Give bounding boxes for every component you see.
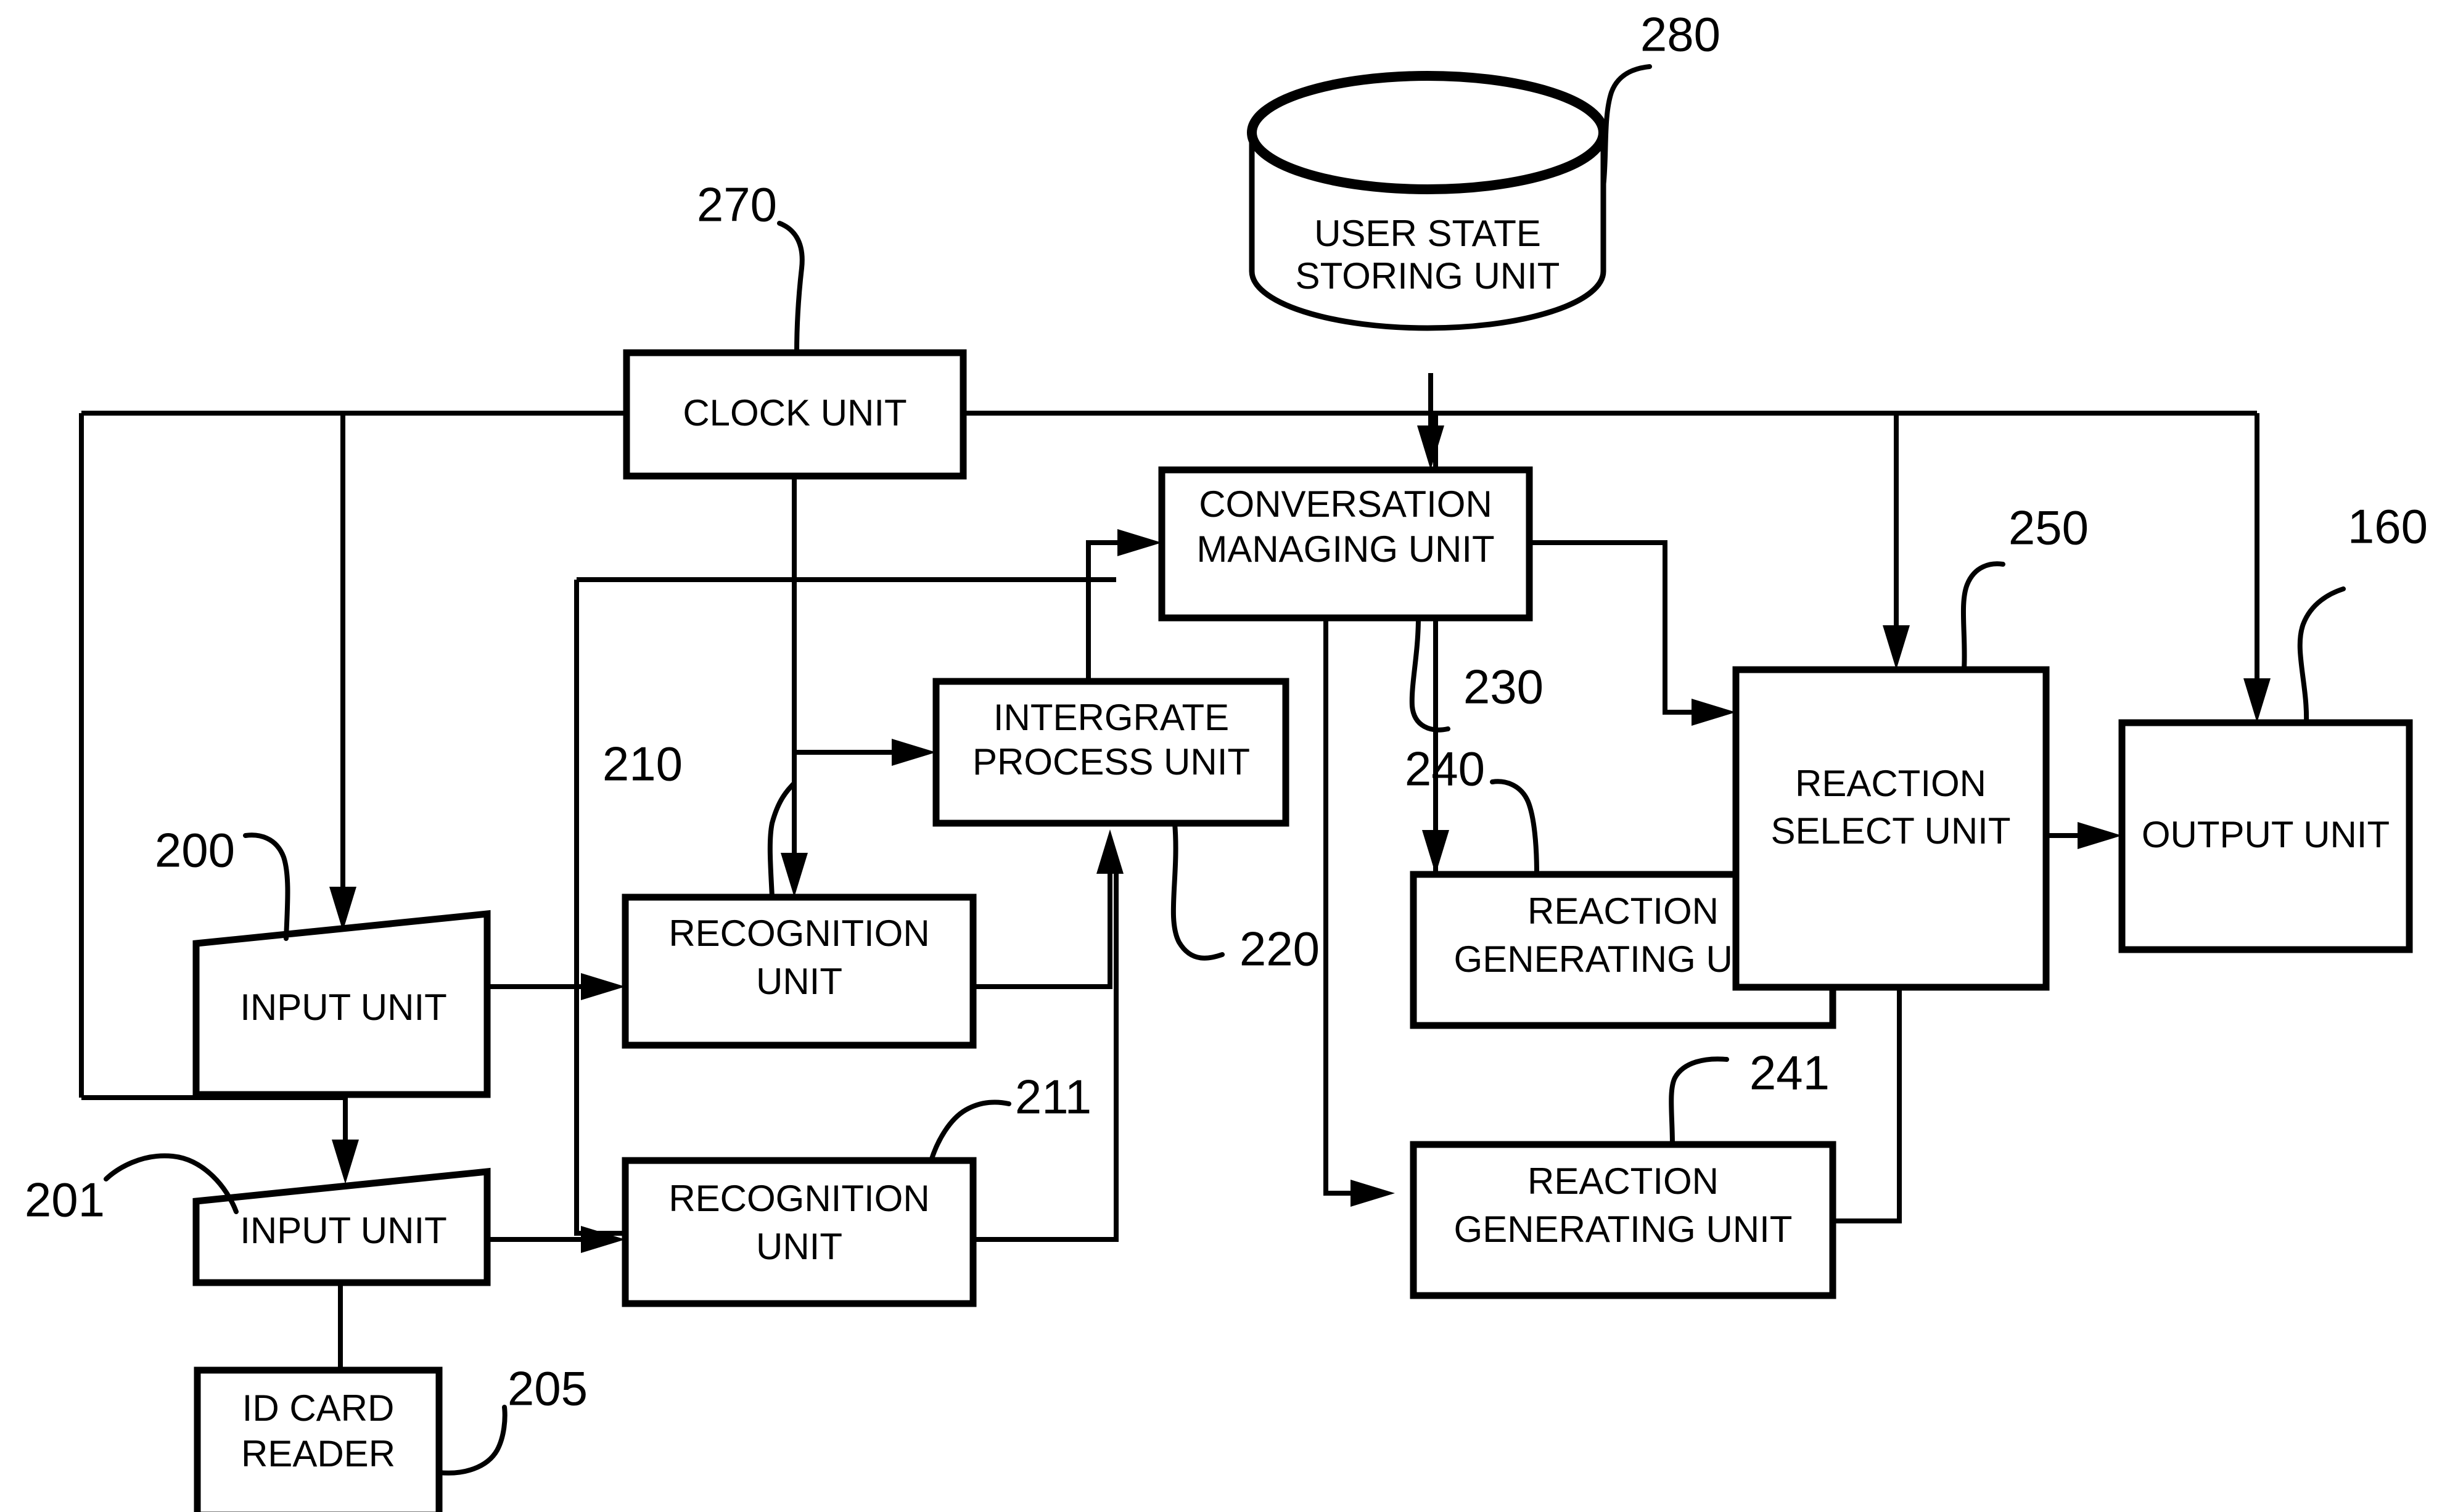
block-input-unit-201[interactable]: INPUT UNIT <box>192 1167 491 1286</box>
id-card-reader-label-line1: ID CARD <box>242 1387 395 1429</box>
reaction-select-unit-label-line1: REACTION <box>1795 763 1986 804</box>
leader-line-280 <box>1601 64 1652 189</box>
input-unit-200-label: INPUT UNIT <box>240 987 447 1028</box>
reaction-generating-unit-241-label-line1: REACTION <box>1527 1161 1719 1202</box>
ref-num-240: 240 <box>1405 742 1485 796</box>
ref-num-280: 280 <box>1640 7 1720 62</box>
arrowhead-intergrate-to-conversation <box>1117 529 1162 556</box>
wire-conversation-bottom-bus <box>1323 617 1366 1196</box>
recognition-unit-211-label-line1: RECOGNITION <box>668 1178 929 1219</box>
arrowhead-clock-to-reaction-select <box>1883 625 1910 670</box>
ref-num-241: 241 <box>1749 1046 1830 1100</box>
arrowhead-clock-to-output-unit <box>2243 678 2271 723</box>
arrowhead-input-201-to-recognition-211 <box>581 1226 625 1253</box>
recognition-unit-210-label-line1: RECOGNITION <box>668 913 929 954</box>
arrowhead-clock-to-intergrate <box>892 739 936 766</box>
ref-num-200: 200 <box>155 823 235 877</box>
input-unit-201-label: INPUT UNIT <box>240 1210 447 1251</box>
user-state-storing-unit-label-line2: STORING UNIT <box>1296 255 1560 297</box>
leader-line-205 <box>437 1405 508 1476</box>
ref-num-250: 250 <box>2008 501 2089 555</box>
leader-line-230 <box>1409 615 1450 733</box>
arrowhead-input-200-to-recognition-210 <box>581 973 625 1000</box>
wire-conversation-to-reaction-select <box>1529 540 1705 715</box>
conversation-managing-unit-label-line2: MANAGING UNIT <box>1196 528 1494 570</box>
ref-num-205: 205 <box>508 1362 588 1416</box>
block-conversation-managing-unit[interactable]: CONVERSATION MANAGING UNIT <box>1158 466 1533 622</box>
ref-num-201: 201 <box>25 1173 105 1227</box>
leader-line-200 <box>243 832 290 941</box>
wire-recognition-frame-left <box>574 580 623 1236</box>
block-reaction-generating-unit-241[interactable]: REACTION GENERATING UNIT <box>1410 1141 1836 1299</box>
ref-num-210: 210 <box>602 737 683 791</box>
arrowhead-left-bus-to-input-201 <box>332 1140 359 1184</box>
block-input-unit-200[interactable]: INPUT UNIT <box>192 910 491 1098</box>
arrowhead-reaction-select-to-output <box>2078 822 2122 849</box>
arrowhead-recognition-210-to-intergrate <box>1096 829 1124 874</box>
ref-num-270: 270 <box>697 178 777 232</box>
ref-num-160: 160 <box>2348 499 2428 554</box>
arrowhead-storage-to-conversation <box>1417 425 1444 470</box>
intergrate-process-unit-label-line2: PROCESS UNIT <box>972 741 1250 783</box>
leader-line-241 <box>1669 1056 1729 1147</box>
leader-line-160 <box>2297 586 2346 725</box>
patent-figure-canvas: USER STATE STORING UNIT 280 CLOCK UNIT 2… <box>0 0 2442 1512</box>
arrowhead-conversation-to-rgu-240 <box>1422 830 1449 874</box>
arrowhead-conversation-to-rgu-241 <box>1350 1180 1395 1207</box>
leader-line-240 <box>1490 779 1539 877</box>
wire-recognition-211-to-intergrate <box>973 863 1119 1242</box>
clock-unit-label: CLOCK UNIT <box>683 392 906 433</box>
block-recognition-unit-210[interactable]: RECOGNITION UNIT <box>622 894 977 1049</box>
recognition-unit-211-label-line2: UNIT <box>756 1226 842 1267</box>
user-state-storing-unit-label-line1: USER STATE <box>1314 213 1541 254</box>
reaction-generating-unit-240-label-line1: REACTION <box>1527 890 1719 932</box>
id-card-reader-label-line2: READER <box>241 1433 395 1474</box>
block-reaction-select-unit[interactable]: REACTION SELECT UNIT <box>1732 666 2050 991</box>
leader-line-270 <box>777 221 805 355</box>
leader-line-211 <box>929 1099 1011 1163</box>
block-id-card-reader[interactable]: ID CARD READER <box>194 1366 443 1512</box>
output-unit-label: OUTPUT UNIT <box>2142 814 2390 855</box>
block-diagram-svg: USER STATE STORING UNIT 280 CLOCK UNIT 2… <box>25 7 2428 1512</box>
block-intergrate-process-unit[interactable]: INTERGRATE PROCESS UNIT <box>932 678 1289 827</box>
wire-left-bus-to-input-201 <box>81 1095 348 1159</box>
ref-num-211: 211 <box>1015 1070 1092 1124</box>
block-user-state-storing-unit[interactable]: USER STATE STORING UNIT <box>1247 71 1608 331</box>
wire-recognition-210-to-intergrate <box>973 863 1112 989</box>
arrowhead-clock-to-recognition-210 <box>781 853 808 897</box>
arrowhead-conversation-to-reaction-select <box>1692 699 1736 726</box>
leader-line-220 <box>1170 821 1225 961</box>
reaction-generating-unit-241-label-line2: GENERATING UNIT <box>1454 1209 1793 1250</box>
ref-num-220: 220 <box>1240 922 1320 976</box>
leader-line-250 <box>1960 561 2005 672</box>
conversation-managing-unit-label-line1: CONVERSATION <box>1199 483 1492 525</box>
block-recognition-unit-211[interactable]: RECOGNITION UNIT <box>622 1157 977 1307</box>
block-output-unit[interactable]: OUTPUT UNIT <box>2118 719 2413 953</box>
ref-num-230: 230 <box>1463 660 1544 714</box>
reaction-select-unit-label-line2: SELECT UNIT <box>1771 810 2011 852</box>
intergrate-process-unit-label-line1: INTERGRATE <box>993 697 1229 738</box>
user-state-storing-unit-top-disk <box>1247 71 1608 194</box>
block-clock-unit[interactable]: CLOCK UNIT <box>623 349 967 480</box>
recognition-unit-210-label-line2: UNIT <box>756 961 842 1002</box>
